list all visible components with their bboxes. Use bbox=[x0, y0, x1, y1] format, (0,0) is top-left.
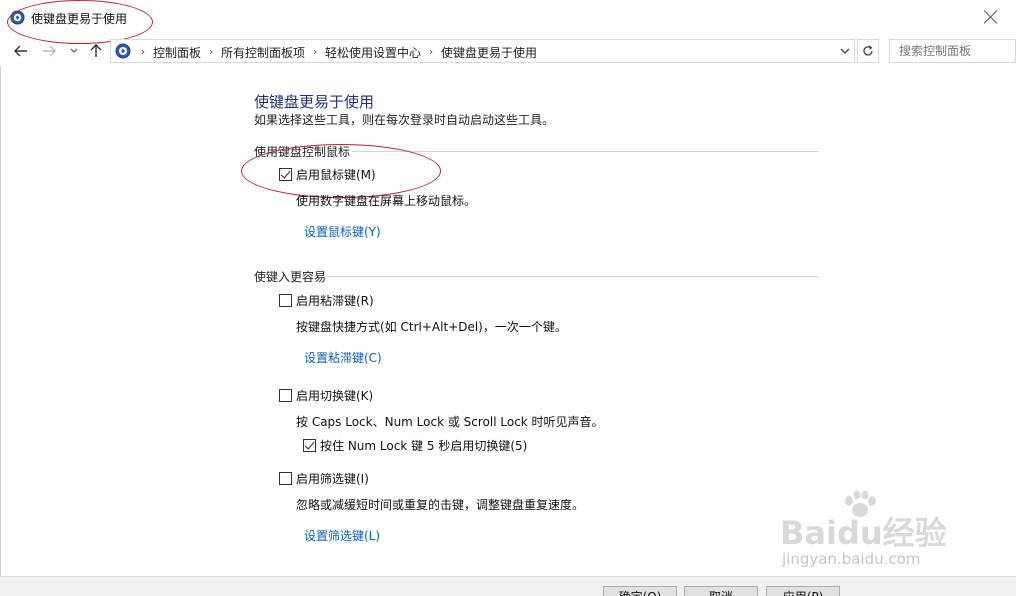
arrow-right-icon bbox=[43, 45, 56, 57]
back-button[interactable] bbox=[12, 40, 30, 60]
control-panel-icon bbox=[115, 43, 131, 59]
num-lock-toggle-checkbox[interactable] bbox=[303, 439, 316, 452]
page-title: 使键盘更易于使用 bbox=[254, 93, 375, 111]
setup-mouse-keys-link[interactable]: 设置鼠标键(Y) bbox=[304, 223, 381, 240]
address-bar[interactable]: › 控制面板 › 所有控制面板项 › 轻松使用设置中心 › 使键盘更易于使用 bbox=[110, 39, 855, 63]
mouse-keys-description: 使用数字键盘在屏幕上移动鼠标。 bbox=[296, 194, 477, 208]
bottom-button-bar: 确定(O) 取消 应用(P) bbox=[0, 576, 1016, 596]
breadcrumb-separator-icon: › bbox=[209, 47, 214, 58]
watermark-text: Baidu经验 bbox=[780, 514, 947, 552]
annotation-ellipse-mouse-keys bbox=[241, 144, 441, 198]
breadcrumb-ease-of-access[interactable]: 轻松使用设置中心 bbox=[325, 44, 421, 61]
num-lock-toggle-label[interactable]: 按住 Num Lock 键 5 秒启用切换键(5) bbox=[320, 437, 527, 454]
refresh-icon bbox=[863, 45, 873, 56]
up-button[interactable] bbox=[87, 40, 105, 60]
toggle-keys-checkbox[interactable] bbox=[279, 389, 292, 402]
filter-keys-label[interactable]: 启用筛选键(I) bbox=[296, 470, 369, 487]
filter-keys-checkbox[interactable] bbox=[279, 472, 292, 485]
setup-sticky-keys-link[interactable]: 设置粘滞键(C) bbox=[304, 349, 382, 366]
search-input[interactable] bbox=[890, 40, 1015, 62]
filter-keys-description: 忽略或减缓短时间或重复的击键，调整键盘重复速度。 bbox=[296, 498, 585, 512]
breadcrumb: › 控制面板 › 所有控制面板项 › 轻松使用设置中心 › 使键盘更易于使用 bbox=[137, 44, 537, 61]
section-heading-typing: 使键入更容易 bbox=[254, 270, 327, 284]
toggle-keys-label[interactable]: 启用切换键(K) bbox=[296, 387, 373, 404]
breadcrumb-all-items[interactable]: 所有控制面板项 bbox=[221, 44, 305, 61]
chevron-down-icon[interactable] bbox=[840, 44, 850, 58]
forward-button[interactable] bbox=[40, 40, 58, 60]
search-box[interactable] bbox=[889, 39, 1016, 63]
breadcrumb-separator-icon: › bbox=[141, 47, 145, 58]
sticky-keys-checkbox[interactable] bbox=[279, 294, 292, 307]
page-description: 如果选择这些工具，则在每次登录时自动启动这些工具。 bbox=[254, 113, 555, 127]
watermark-url: jingyan.baidu.com bbox=[782, 550, 921, 568]
breadcrumb-current[interactable]: 使键盘更易于使用 bbox=[441, 44, 537, 61]
setup-filter-keys-link[interactable]: 设置筛选键(L) bbox=[304, 527, 380, 544]
toggle-keys-description: 按 Caps Lock、Num Lock 或 Scroll Lock 时听见声音… bbox=[296, 415, 604, 429]
sticky-keys-label[interactable]: 启用粘滞键(R) bbox=[296, 292, 374, 309]
chevron-down-icon bbox=[70, 48, 78, 53]
title-bar: 使键盘更易于使用 bbox=[0, 0, 1016, 44]
sticky-keys-description: 按键盘快捷方式(如 Ctrl+Alt+Del)，一次一个键。 bbox=[296, 320, 567, 334]
breadcrumb-separator-icon: › bbox=[429, 47, 434, 58]
recent-locations-button[interactable] bbox=[68, 40, 80, 60]
ok-button[interactable]: 确定(O) bbox=[603, 586, 677, 596]
breadcrumb-separator-icon: › bbox=[313, 47, 318, 58]
navigation-bar: › 控制面板 › 所有控制面板项 › 轻松使用设置中心 › 使键盘更易于使用 bbox=[0, 36, 1016, 64]
cancel-button[interactable]: 取消 bbox=[684, 586, 758, 596]
section-divider bbox=[328, 276, 819, 277]
apply-button[interactable]: 应用(P) bbox=[766, 586, 840, 596]
refresh-button[interactable] bbox=[857, 39, 879, 63]
close-icon[interactable] bbox=[982, 10, 998, 24]
baidu-watermark: Baidu经验 jingyan.baidu.com bbox=[780, 490, 970, 572]
section-divider bbox=[352, 151, 819, 152]
breadcrumb-control-panel[interactable]: 控制面板 bbox=[153, 44, 201, 61]
arrow-left-icon bbox=[14, 45, 27, 57]
arrow-up-icon bbox=[90, 44, 102, 57]
